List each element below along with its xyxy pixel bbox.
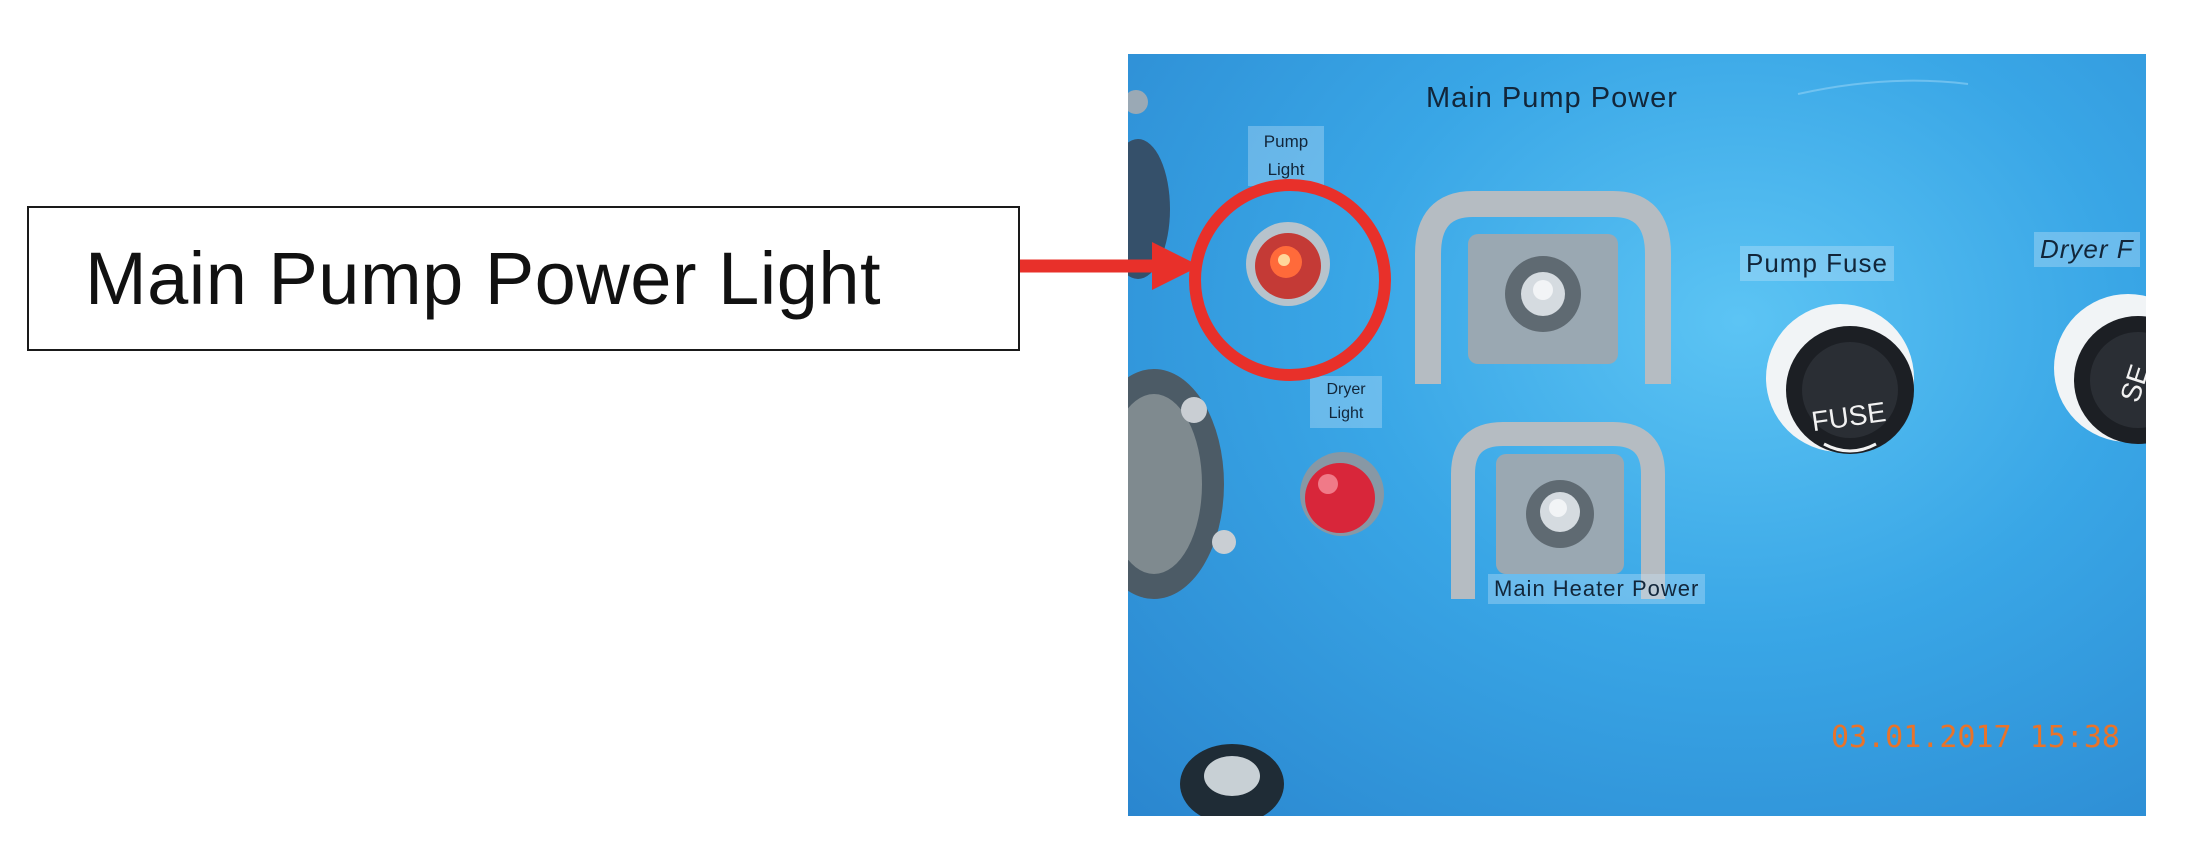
- annotation-overlay: [1020, 179, 1391, 381]
- highlight-circle: [1189, 179, 1391, 381]
